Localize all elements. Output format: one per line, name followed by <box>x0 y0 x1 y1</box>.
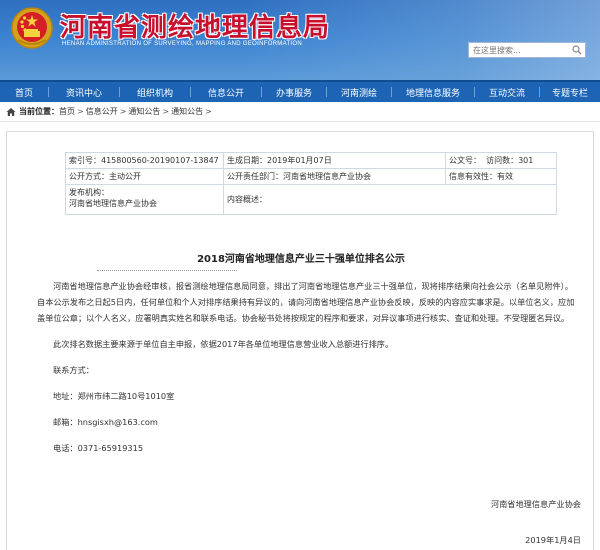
search-icon[interactable] <box>572 45 582 55</box>
article-body: 河南省地理信息产业协会经审核，报省测绘地理信息局同意，排出了河南省地理信息产业三… <box>37 278 577 456</box>
signature-date: 2019年1月4日 <box>525 535 581 545</box>
breadcrumb-separator: > <box>205 107 212 116</box>
breadcrumb-link-info-public[interactable]: 信息公开 <box>86 106 118 117</box>
breadcrumb-link-notices[interactable]: 通知公告 <box>128 106 160 117</box>
gen-date-label: 生成日期： <box>227 156 267 165</box>
breadcrumb-label: 当前位置： <box>19 107 59 116</box>
table-row: 公开方式：主动公开 公开责任部门：河南省地理信息产业协会 信息有效性：有效 <box>65 168 557 185</box>
table-row: 发布机构： 河南省地理信息产业协会 内容概述： <box>65 184 557 215</box>
signature-org: 河南省地理信息产业协会 <box>490 499 581 509</box>
nav-item-geo-services[interactable]: 地理信息服务 <box>392 86 474 99</box>
nav-item-news[interactable]: 资讯中心 <box>49 86 119 99</box>
validity-value: 有效 <box>497 172 513 181</box>
paragraph-announcement: 河南省地理信息产业协会经审核，报省测绘地理信息局同意，排出了河南省地理信息产业三… <box>37 281 575 323</box>
contact-heading: 联系方式： <box>53 365 94 375</box>
article-container: 索引号：415800560-20190107-13847 生成日期：2019年0… <box>6 131 594 550</box>
home-icon <box>6 107 16 116</box>
breadcrumb-separator: > <box>162 107 170 116</box>
nav-item-info-public[interactable]: 信息公开 <box>191 86 261 99</box>
issuer-cell: 发布机构： 河南省地理信息产业协会 <box>65 184 224 215</box>
contact-phone: 电话：0371-65919315 <box>53 443 144 453</box>
contact-email: 邮箱：hnsgisxh@163.com <box>53 417 158 427</box>
gen-date-value: 2019年01月07日 <box>267 156 332 165</box>
summary-label: 内容概述： <box>227 195 267 204</box>
issuer-value: 河南省地理信息产业协会 <box>69 199 157 208</box>
index-value: 415800560-20190107-13847 <box>101 156 219 165</box>
site-subtitle: HENAN ADMINISTRATION OF SURVEYING, MAPPI… <box>62 41 302 47</box>
search-input[interactable] <box>469 43 569 57</box>
contact-address: 地址：郑州市纬二路10号1010室 <box>53 391 175 401</box>
signature-block: 河南省地理信息产业协会 2019年1月4日 <box>491 496 581 548</box>
nav-item-home[interactable]: 首页 <box>0 86 48 99</box>
site-title[interactable]: 河南省测绘地理信息局 <box>60 7 330 44</box>
nav-item-henan-survey[interactable]: 河南测绘 <box>327 86 391 99</box>
table-row: 索引号：415800560-20190107-13847 生成日期：2019年0… <box>65 152 557 169</box>
breadcrumb-link-home[interactable]: 首页 <box>59 106 75 117</box>
metadata-table: 索引号：415800560-20190107-13847 生成日期：2019年0… <box>65 152 557 215</box>
nav-item-special-topics[interactable]: 专题专栏 <box>540 86 600 99</box>
validity-cell: 信息有效性：有效 <box>445 168 557 185</box>
doc-no-cell: 公文号： 访问数：301 <box>445 152 557 169</box>
gen-date-cell: 生成日期：2019年01月07日 <box>223 152 446 169</box>
breadcrumb: 当前位置： 首页 > 信息公开 > 通知公告 > 通知公告 > <box>0 102 600 122</box>
issuer-label: 发布机构： <box>69 188 109 197</box>
site-header: 河南省测绘地理信息局 HENAN ADMINISTRATION OF SURVE… <box>0 0 600 80</box>
dept-value: 河南省地理信息产业协会 <box>283 172 371 181</box>
nav-item-interaction[interactable]: 互动交流 <box>475 86 539 99</box>
validity-label: 信息有效性： <box>449 172 497 181</box>
open-method-cell: 公开方式：主动公开 <box>65 168 224 185</box>
main-nav: 首页 资讯中心 组织机构 信息公开 办事服务 河南测绘 地理信息服务 互动交流 … <box>0 80 600 102</box>
search-box <box>468 42 586 58</box>
visits-value: 301 <box>518 156 534 165</box>
nav-item-services[interactable]: 办事服务 <box>262 86 326 99</box>
open-method-value: 主动公开 <box>109 172 141 181</box>
dept-cell: 公开责任部门：河南省地理信息产业协会 <box>223 168 446 185</box>
dept-label: 公开责任部门： <box>227 172 283 181</box>
article-title: 2018河南省地理信息产业三十强单位排名公示 <box>197 254 405 265</box>
breadcrumb-link-notices-current[interactable]: 通知公告 <box>171 106 203 117</box>
summary-cell: 内容概述： <box>223 184 557 215</box>
index-cell: 索引号：415800560-20190107-13847 <box>65 152 224 169</box>
visits-label: 访问数： <box>486 156 519 165</box>
nav-item-organization[interactable]: 组织机构 <box>120 86 190 99</box>
open-method-label: 公开方式： <box>69 172 109 181</box>
index-label: 索引号： <box>69 156 101 165</box>
national-emblem-icon[interactable] <box>10 6 54 50</box>
paragraph-data-source: 此次排名数据主要来源于单位自主申报，依据2017年各单位地理信息营业收入总额进行… <box>53 339 394 349</box>
breadcrumb-separator: > <box>119 107 127 116</box>
doc-no-label: 公文号： <box>449 156 481 165</box>
breadcrumb-separator: > <box>77 107 84 116</box>
title-divider <box>97 270 237 271</box>
